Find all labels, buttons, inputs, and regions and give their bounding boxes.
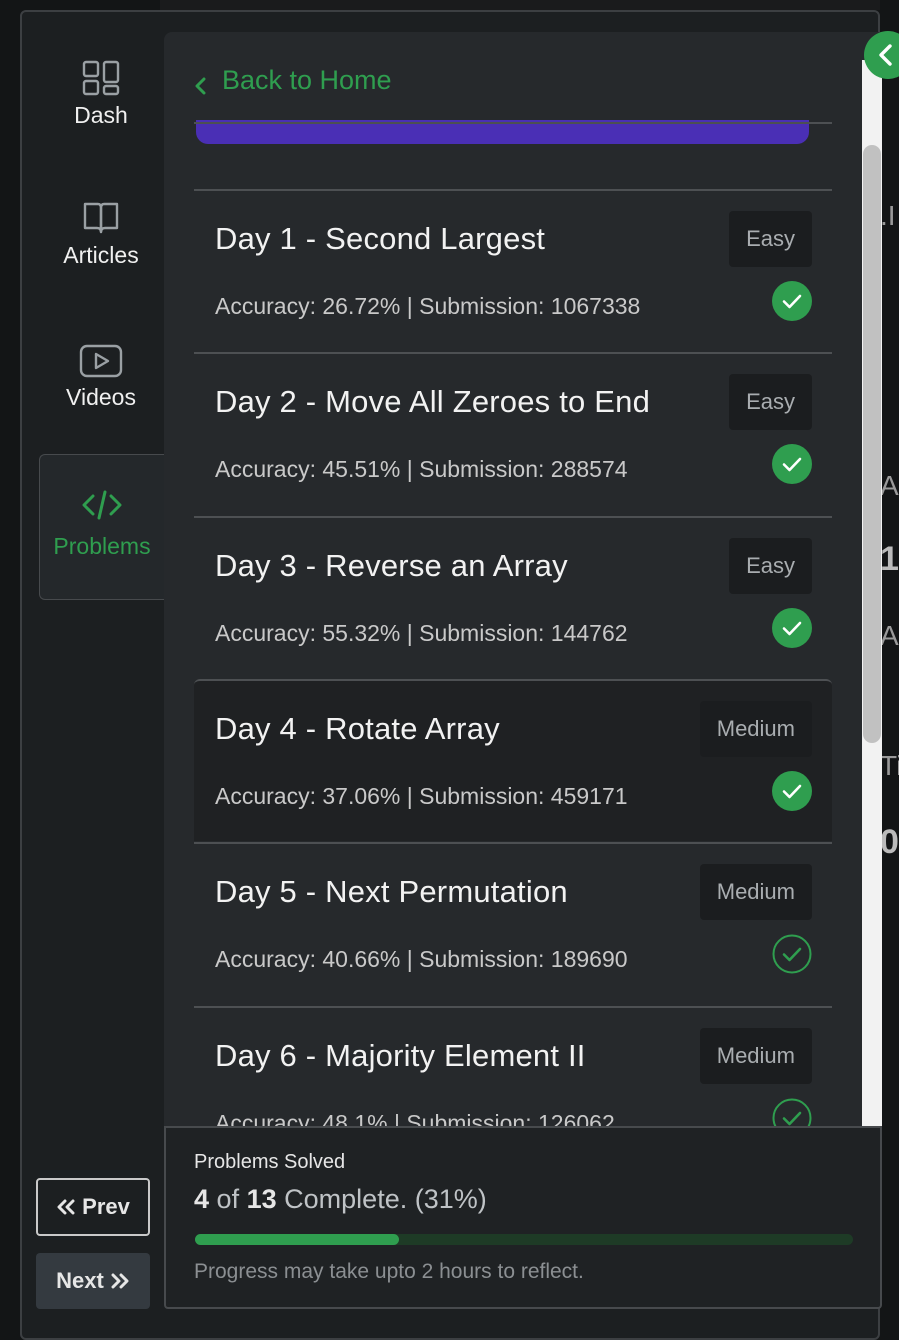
background-peek: 0 xyxy=(880,823,899,861)
play-icon xyxy=(79,344,123,378)
check-circle-filled-icon xyxy=(772,608,812,648)
divider xyxy=(194,122,832,124)
book-icon xyxy=(83,202,119,234)
background-peek: Ti xyxy=(880,750,899,781)
problem-card[interactable]: Day 5 - Next Permutation Accuracy: 40.66%… xyxy=(194,842,832,1004)
check-circle-outline-icon xyxy=(772,1098,812,1128)
back-to-home-link[interactable]: Back to Home xyxy=(194,65,392,96)
problem-meta: Accuracy: 45.51% | Submission: 288574 xyxy=(215,456,628,482)
problem-meta: Accuracy: 55.32% | Submission: 144762 xyxy=(215,620,628,646)
background-peek: At xyxy=(880,470,899,501)
total-count: 13 xyxy=(246,1184,277,1214)
problem-card[interactable]: Day 2 - Move All Zeroes to End Accuracy: … xyxy=(194,352,832,514)
next-button[interactable]: Next xyxy=(36,1253,150,1309)
difficulty-badge: Medium xyxy=(699,1028,812,1084)
problem-meta: Accuracy: 26.72% | Submission: 1067338 xyxy=(215,293,641,319)
problem-title[interactable]: Day 6 - Majority Element II xyxy=(215,1038,586,1074)
progress-summary: 4 of 13 Complete. (31%) xyxy=(194,1184,487,1215)
sidebar-item-dash[interactable]: Dash xyxy=(40,60,162,129)
sidebar-item-problems[interactable]: Problems xyxy=(39,454,165,600)
background-peek: .I xyxy=(880,200,896,231)
problem-card[interactable]: Day 1 - Second Largest Accuracy: 26.72% |… xyxy=(194,189,832,351)
progress-footer: Problems Solved 4 of 13 Complete. (31%) … xyxy=(164,1126,882,1309)
prev-button[interactable]: Prev xyxy=(36,1178,150,1236)
background-peek: 1 xyxy=(880,540,899,578)
difficulty-badge: Easy xyxy=(729,538,812,594)
sidebar-item-articles[interactable]: Articles xyxy=(40,198,162,269)
top-gap xyxy=(160,0,880,10)
problem-meta: Accuracy: 40.66% | Submission: 189690 xyxy=(215,946,628,972)
next-label: Next xyxy=(56,1268,104,1293)
problem-title[interactable]: Day 4 - Rotate Array xyxy=(215,711,500,747)
of-text: of xyxy=(216,1184,240,1214)
sidebar-item-videos[interactable]: Videos xyxy=(40,344,162,411)
problem-card[interactable]: Day 3 - Reverse an Array Accuracy: 55.32%… xyxy=(194,516,832,678)
problem-title[interactable]: Day 1 - Second Largest xyxy=(215,221,545,257)
back-to-home-label: Back to Home xyxy=(222,65,392,95)
progress-label: Problems Solved xyxy=(194,1151,346,1173)
prev-label: Prev xyxy=(82,1194,130,1219)
solved-count: 4 xyxy=(194,1184,210,1214)
problem-title[interactable]: Day 2 - Move All Zeroes to End xyxy=(215,384,650,420)
problem-title[interactable]: Day 5 - Next Permutation xyxy=(215,874,568,910)
dashboard-icon xyxy=(82,60,120,96)
difficulty-badge: Easy xyxy=(729,211,812,267)
difficulty-badge: Easy xyxy=(729,374,812,430)
progress-bar xyxy=(195,1234,853,1245)
problem-card[interactable]: Day 4 - Rotate Array Accuracy: 37.06% | S… xyxy=(194,679,832,841)
sidebar-item-label: Articles xyxy=(63,242,139,268)
check-circle-filled-icon xyxy=(772,281,812,321)
sidebar-item-label: Dash xyxy=(74,102,128,128)
sidebar-item-label: Videos xyxy=(66,384,136,410)
difficulty-badge: Medium xyxy=(699,701,812,757)
difficulty-badge: Medium xyxy=(699,864,812,920)
check-circle-outline-icon xyxy=(772,934,812,974)
background-peek: Ac xyxy=(880,620,899,651)
problem-meta: Accuracy: 37.06% | Submission: 459171 xyxy=(215,783,628,809)
chevron-left-icon xyxy=(879,44,892,66)
problem-title[interactable]: Day 3 - Reverse an Array xyxy=(215,548,568,584)
code-icon xyxy=(82,490,122,520)
scrollbar-thumb[interactable] xyxy=(863,145,881,743)
check-circle-filled-icon xyxy=(772,444,812,484)
chevron-left-icon xyxy=(195,77,206,94)
problems-panel: Back to Home Day 1 - Second Largest Accur… xyxy=(164,32,882,1128)
progress-note: Progress may take upto 2 hours to reflec… xyxy=(194,1260,584,1283)
check-circle-filled-icon xyxy=(772,771,812,811)
problem-card[interactable]: Day 6 - Majority Element II Accuracy: 48.… xyxy=(194,1006,832,1128)
double-chevron-right-icon xyxy=(111,1273,129,1289)
progress-fill xyxy=(195,1234,399,1245)
double-chevron-left-icon xyxy=(57,1199,75,1215)
complete-text: Complete. (31%) xyxy=(284,1184,487,1214)
sidebar-item-label: Problems xyxy=(53,533,151,559)
